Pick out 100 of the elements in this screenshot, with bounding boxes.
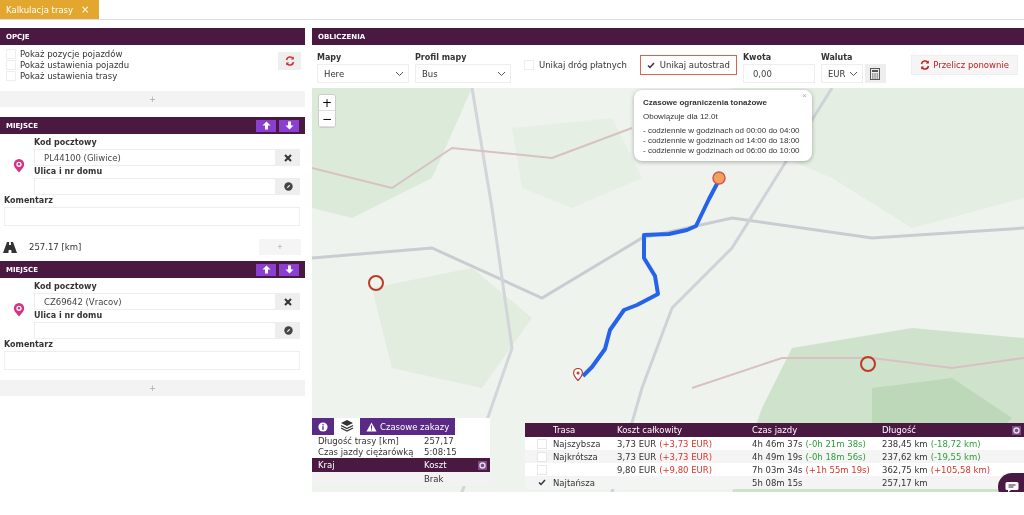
delta-text: (+3,73 EUR) [659, 451, 713, 462]
table-cell: 5h 08m 15s [752, 477, 803, 488]
location-pin-icon [13, 159, 25, 173]
locate-button[interactable] [276, 178, 300, 195]
field-label: Kwota [742, 52, 773, 64]
recalculate-button[interactable]: Przelicz ponownie [911, 55, 1018, 75]
table-cell: Najszybsza [553, 438, 601, 449]
compass-icon [283, 326, 293, 335]
field-label: Kod pocztowy [34, 137, 98, 149]
zoom-in-button[interactable]: + [319, 95, 335, 111]
close-icon [284, 297, 292, 306]
maps-dropdown[interactable]: Here [317, 64, 409, 83]
table-cell: Najtańsza [553, 477, 595, 488]
road-icon [3, 241, 17, 253]
table-cell: 3,73 EUR [617, 438, 657, 449]
checkbox[interactable] [537, 451, 547, 462]
move-down-button[interactable] [279, 119, 299, 132]
location-pin-icon [13, 303, 25, 317]
avoid-option[interactable]: Unikaj dróg płatnych [517, 55, 634, 75]
calculator-button[interactable] [864, 64, 886, 83]
refresh-button[interactable] [278, 52, 301, 70]
table-cell: 3,73 EUR [617, 451, 657, 462]
map-marker-icon[interactable] [712, 171, 726, 185]
chevron-down-icon [497, 70, 506, 77]
column-header: Koszt [424, 460, 448, 470]
checkbox-label: Pokaż ustawienia pojazdu [20, 59, 130, 70]
amount-field[interactable]: 0,00 [742, 64, 815, 83]
stat-value: 257,17 [424, 436, 455, 447]
chat-icon [1005, 481, 1019, 492]
checkmark-icon[interactable] [538, 479, 546, 486]
map-pin-icon[interactable] [573, 368, 583, 381]
popup-text: Obowiązuje dla 12.0t [643, 112, 718, 121]
currency-dropdown[interactable]: EUR [820, 64, 863, 83]
column-header: Długość [882, 425, 918, 435]
chevron-down-icon [395, 70, 404, 77]
field-label: Ulica i nr domu [34, 166, 104, 178]
postal-code-field[interactable]: PL44100 (Gliwice) [34, 149, 276, 166]
schedule-line: - codziennie w godzinach od 14:00 do 18:00 [643, 136, 800, 145]
checkbox-label: Pokaż pozycje pojazdów [20, 48, 123, 59]
field-label: Kod pocztowy [34, 281, 98, 293]
stat-label: Długość trasy [km] [318, 436, 400, 447]
field-label: Waluta [820, 52, 854, 64]
info-button[interactable] [312, 418, 334, 435]
field-label: Ulica i nr domu [34, 310, 104, 322]
column-header: Trasa [553, 425, 577, 435]
field-label: Komentarz [4, 195, 54, 207]
arrow-up-icon [261, 265, 271, 274]
schedule-line: - codziennie w godzinach od 00:00 do 04:00 [643, 126, 800, 135]
table-cell: 9,80 EUR [617, 464, 657, 475]
popup-title: Czasowe ograniczenia tonażowe [643, 98, 768, 107]
checkbox-label: Pokaż ustawienia trasy [20, 70, 118, 81]
delta-text: (-19,55 km) [930, 451, 981, 462]
delta-text: (+105,58 km) [930, 464, 991, 475]
delta-text: (+1h 55m 19s) [805, 464, 870, 475]
table-cell: 362,75 km [882, 464, 928, 475]
schedule-line: - codziennie w godzinach od 06:00 do 10:00 [643, 146, 800, 155]
postal-code-field[interactable]: CZ69642 (Vracov) [34, 293, 276, 310]
checkmark-icon[interactable] [646, 61, 655, 69]
arrow-down-icon [284, 121, 294, 130]
layers-icon [340, 419, 354, 432]
checkbox[interactable] [537, 464, 547, 475]
delta-text: (-0h 18m 56s) [805, 451, 866, 462]
stat-label: Czas jazdy ciężarówką [318, 446, 415, 457]
table-cell: 4h 49m 19s [752, 451, 803, 462]
delta-text: (-0h 21m 38s) [805, 438, 866, 449]
table-cell: 238,45 km [882, 438, 928, 449]
field-label: Komentarz [4, 339, 54, 351]
arrow-up-icon [261, 121, 271, 130]
chevron-down-icon [848, 70, 858, 77]
column-header: Czas jazdy [752, 425, 799, 435]
distance-text: 257.17 [km] [29, 242, 83, 252]
table-cell: Najkrótsza [553, 451, 598, 462]
table-cell: 257,17 km [882, 477, 928, 488]
checkbox[interactable] [537, 438, 547, 449]
close-icon [284, 153, 292, 162]
arrow-down-icon [284, 265, 294, 274]
clear-button[interactable] [276, 293, 300, 310]
column-header: Koszt całkowity [617, 425, 684, 435]
time-bans-button[interactable]: Czasowe zakazy [360, 418, 456, 435]
field-label: Profil mapy [415, 52, 468, 64]
field-label: Mapy [317, 52, 343, 64]
warning-icon [366, 421, 377, 432]
profile-dropdown[interactable]: Bus [415, 64, 511, 83]
move-up-button[interactable] [256, 119, 276, 132]
column-header: Kraj [318, 460, 336, 470]
clear-button[interactable] [276, 149, 300, 166]
locate-button[interactable] [276, 322, 300, 339]
delta-text: (+9,80 EUR) [659, 464, 713, 475]
zoom-out-button[interactable]: − [319, 111, 335, 127]
compass-icon [283, 182, 293, 191]
move-up-button[interactable] [256, 263, 276, 276]
settings-icon[interactable] [478, 460, 487, 470]
avoid-option[interactable]: Unikaj autostrad [639, 55, 737, 75]
refresh-icon [920, 60, 931, 70]
settings-icon[interactable] [1012, 425, 1021, 435]
table-cell: 4h 46m 37s [752, 438, 803, 449]
table-cell-text: Brak [424, 474, 445, 484]
info-icon [318, 421, 328, 432]
refresh-icon [284, 56, 295, 66]
move-down-button[interactable] [279, 263, 299, 276]
